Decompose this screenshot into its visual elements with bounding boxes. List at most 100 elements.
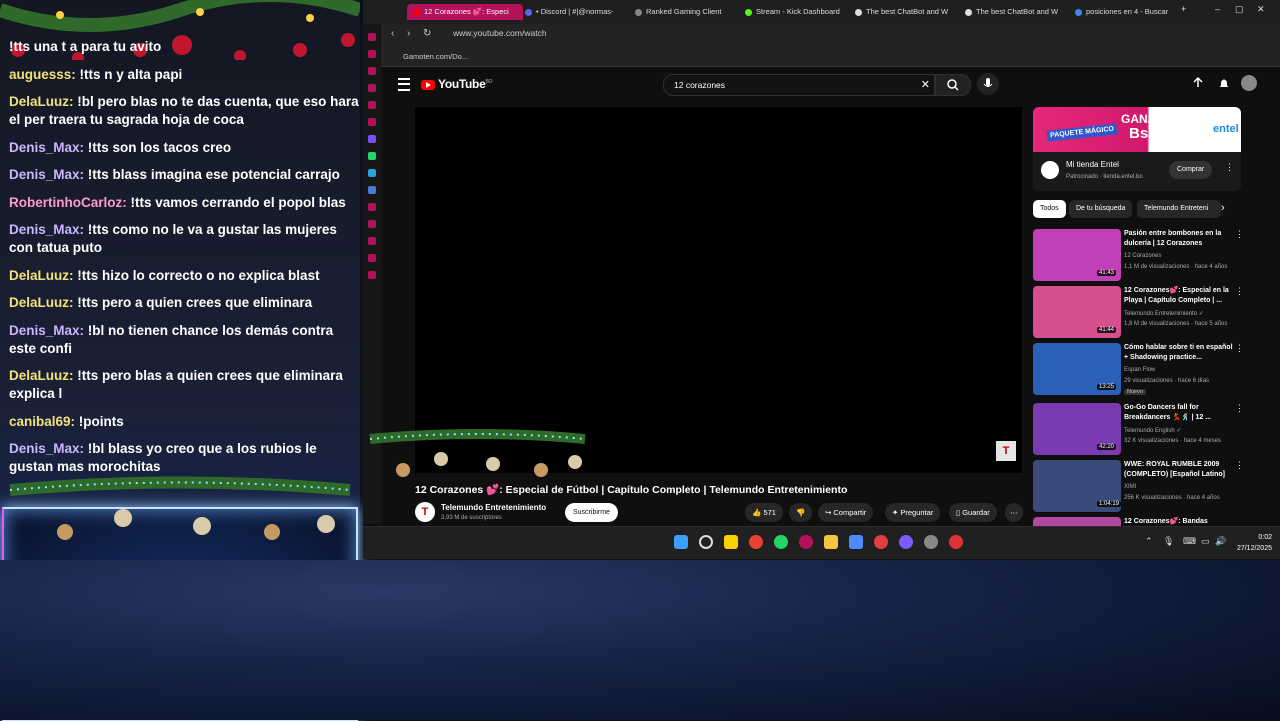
reload-icon[interactable]: ↻ (423, 28, 431, 39)
avatar[interactable] (1241, 75, 1257, 91)
chevron-up-icon[interactable]: ⌃ (1145, 536, 1153, 547)
maximize-icon[interactable]: ▢ (1235, 4, 1244, 15)
upload-icon[interactable] (1191, 76, 1205, 90)
store-icon[interactable] (849, 535, 863, 549)
sponsored-ad[interactable]: PAQUETE MÁGICO GANA Bs20000 entel Mi tie… (1033, 107, 1241, 191)
volume-icon[interactable]: 🔊 (1215, 536, 1226, 547)
back-icon[interactable]: ‹ (391, 28, 394, 39)
new-tab-icon[interactable]: + (1181, 4, 1186, 14)
video-title[interactable]: WWE: ROYAL RUMBLE 2009 (COMPLETO) [Españ… (1124, 460, 1236, 480)
close-icon[interactable]: ✕ (1257, 4, 1265, 15)
video-title[interactable]: Go-Go Dancers fall for Breakdancers 💃🕺 |… (1124, 403, 1236, 423)
url-field[interactable]: www.youtube.com/watch (453, 28, 547, 38)
chip-de-tu-busqueda[interactable]: De tu búsqueda (1069, 200, 1133, 218)
save-button[interactable]: ▯ Guardar (949, 503, 997, 522)
dislike-button[interactable]: 👎 (789, 503, 813, 522)
bot-icon (965, 8, 972, 16)
app-icon[interactable] (874, 535, 888, 549)
share-button[interactable]: ↪ Compartir (818, 503, 874, 522)
clear-search-icon[interactable]: ✕ (921, 78, 930, 91)
chat-message: canibal69: !points (9, 413, 359, 431)
video-title[interactable]: 12 Corazones💕: Bandas (1124, 517, 1236, 526)
video-title[interactable]: 12 Corazones💕: Especial en la Playa | Ca… (1124, 286, 1236, 306)
tab-kick[interactable]: Stream - Kick Dashboard (745, 4, 845, 20)
video-thumbnail[interactable] (1033, 517, 1121, 526)
recommendation-item[interactable]: 41:44 12 Corazones💕: Especial en la Play… (1033, 286, 1263, 340)
sidebar-app-icon[interactable] (368, 50, 376, 58)
chip-telemundo[interactable]: Telemundo Entreteni (1137, 200, 1221, 218)
bookmark-item[interactable]: Gamoten.com/Do... (403, 52, 468, 61)
whatsapp-icon[interactable] (774, 535, 788, 549)
ask-label: Preguntar (900, 508, 934, 517)
chevron-right-icon[interactable]: › (1221, 202, 1225, 214)
recommendation-item[interactable]: 41:43 Pasión entre bombones en la dulcer… (1033, 229, 1263, 283)
sidebar-app-icon[interactable] (368, 84, 376, 92)
recommendation-item[interactable]: 1:04:19 WWE: ROYAL RUMBLE 2009 (COMPLETO… (1033, 460, 1263, 514)
menu-icon[interactable] (398, 78, 410, 91)
video-title[interactable]: Cómo hablar sobre ti en español + Shadow… (1124, 343, 1236, 363)
discord-icon[interactable] (899, 535, 913, 549)
notifications-icon[interactable] (1217, 76, 1231, 90)
telegram-icon[interactable] (368, 169, 376, 177)
sidebar-app-icon[interactable] (368, 186, 376, 194)
youtube-logo[interactable]: YouTubeBO (421, 77, 492, 91)
recommendation-item[interactable]: 12 Corazones💕: Bandas (1033, 517, 1263, 526)
opera-gx-icon[interactable] (799, 535, 813, 549)
subscribe-button[interactable]: Suscribirme (565, 503, 618, 522)
sidebar-app-icon[interactable] (368, 237, 376, 245)
tab-discord[interactable]: • Discord | #|@normas- (525, 4, 625, 20)
more-icon[interactable]: ⋮ (1235, 343, 1244, 354)
sidebar-app-icon[interactable] (368, 203, 376, 211)
twitch-icon[interactable] (368, 135, 376, 143)
app-icon[interactable] (949, 535, 963, 549)
network-icon[interactable]: ▭ (1201, 536, 1210, 547)
tab-ranked-gaming[interactable]: Ranked Gaming Client (635, 4, 735, 20)
start-icon[interactable] (674, 535, 688, 549)
ad-more-icon[interactable]: ⋮ (1225, 162, 1234, 173)
recommendation-item[interactable]: 13:25 Cómo hablar sobre ti en español + … (1033, 343, 1263, 397)
microphone-icon[interactable]: 🎙 (1163, 536, 1174, 547)
sidebar-app-icon[interactable] (368, 118, 376, 126)
channel-name[interactable]: Telemundo Entretenimiento (441, 503, 546, 512)
tab-chatbot-2[interactable]: The best ChatBot and W (965, 4, 1065, 20)
tab-label: The best ChatBot and W (976, 7, 1059, 16)
sidebar-app-icon[interactable] (368, 254, 376, 262)
widgets-icon[interactable] (724, 535, 738, 549)
channel-avatar[interactable]: T (415, 502, 435, 522)
minimize-icon[interactable]: – (1215, 4, 1220, 14)
more-icon[interactable]: ⋮ (1235, 460, 1244, 471)
whatsapp-icon[interactable] (368, 152, 376, 160)
sidebar-app-icon[interactable] (368, 33, 376, 41)
video-title[interactable]: Pasión entre bombones en la dulcería | 1… (1124, 229, 1236, 249)
chrome-icon[interactable] (749, 535, 763, 549)
recommendation-item[interactable]: 42:20 Go-Go Dancers fall for Breakdancer… (1033, 403, 1263, 457)
obs-icon[interactable] (924, 535, 938, 549)
video-player[interactable]: T (415, 107, 1022, 473)
chip-todos[interactable]: Todos (1033, 200, 1066, 218)
system-clock[interactable]: 0:02 27/12/2025 (1237, 532, 1272, 554)
sidebar-app-icon[interactable] (368, 67, 376, 75)
video-title: 12 Corazones 💕: Especial de Fútbol | Cap… (415, 484, 848, 496)
tab-chatbot-1[interactable]: The best ChatBot and W (855, 4, 955, 20)
ask-button[interactable]: ✦ Preguntar (885, 503, 941, 522)
file-explorer-icon[interactable] (824, 535, 838, 549)
more-icon[interactable]: ⋮ (1235, 403, 1244, 414)
tab-google-search[interactable]: posiciones en 4 - Buscar (1075, 4, 1175, 20)
search-icon[interactable] (699, 535, 713, 549)
chat-text: !points (78, 413, 124, 429)
chat-text: !tts pero a quien crees que eliminara (77, 295, 313, 310)
sidebar-app-icon[interactable] (368, 101, 376, 109)
voice-search-button[interactable] (977, 73, 999, 95)
search-button[interactable] (935, 74, 971, 96)
more-actions-button[interactable]: ⋯ (1005, 503, 1023, 522)
sidebar-app-icon[interactable] (368, 220, 376, 228)
settings-icon[interactable] (368, 271, 376, 279)
forward-icon[interactable]: › (407, 28, 410, 39)
like-button[interactable]: 👍 571 (745, 503, 783, 522)
ad-buy-button[interactable]: Comprar (1169, 161, 1213, 179)
more-icon[interactable]: ⋮ (1235, 286, 1244, 297)
keyboard-icon[interactable]: ⌨ (1183, 536, 1196, 547)
more-icon[interactable]: ⋮ (1235, 229, 1244, 240)
search-input[interactable] (672, 79, 916, 91)
tab-youtube[interactable]: 12 Corazones 💕: Especi (407, 4, 523, 20)
